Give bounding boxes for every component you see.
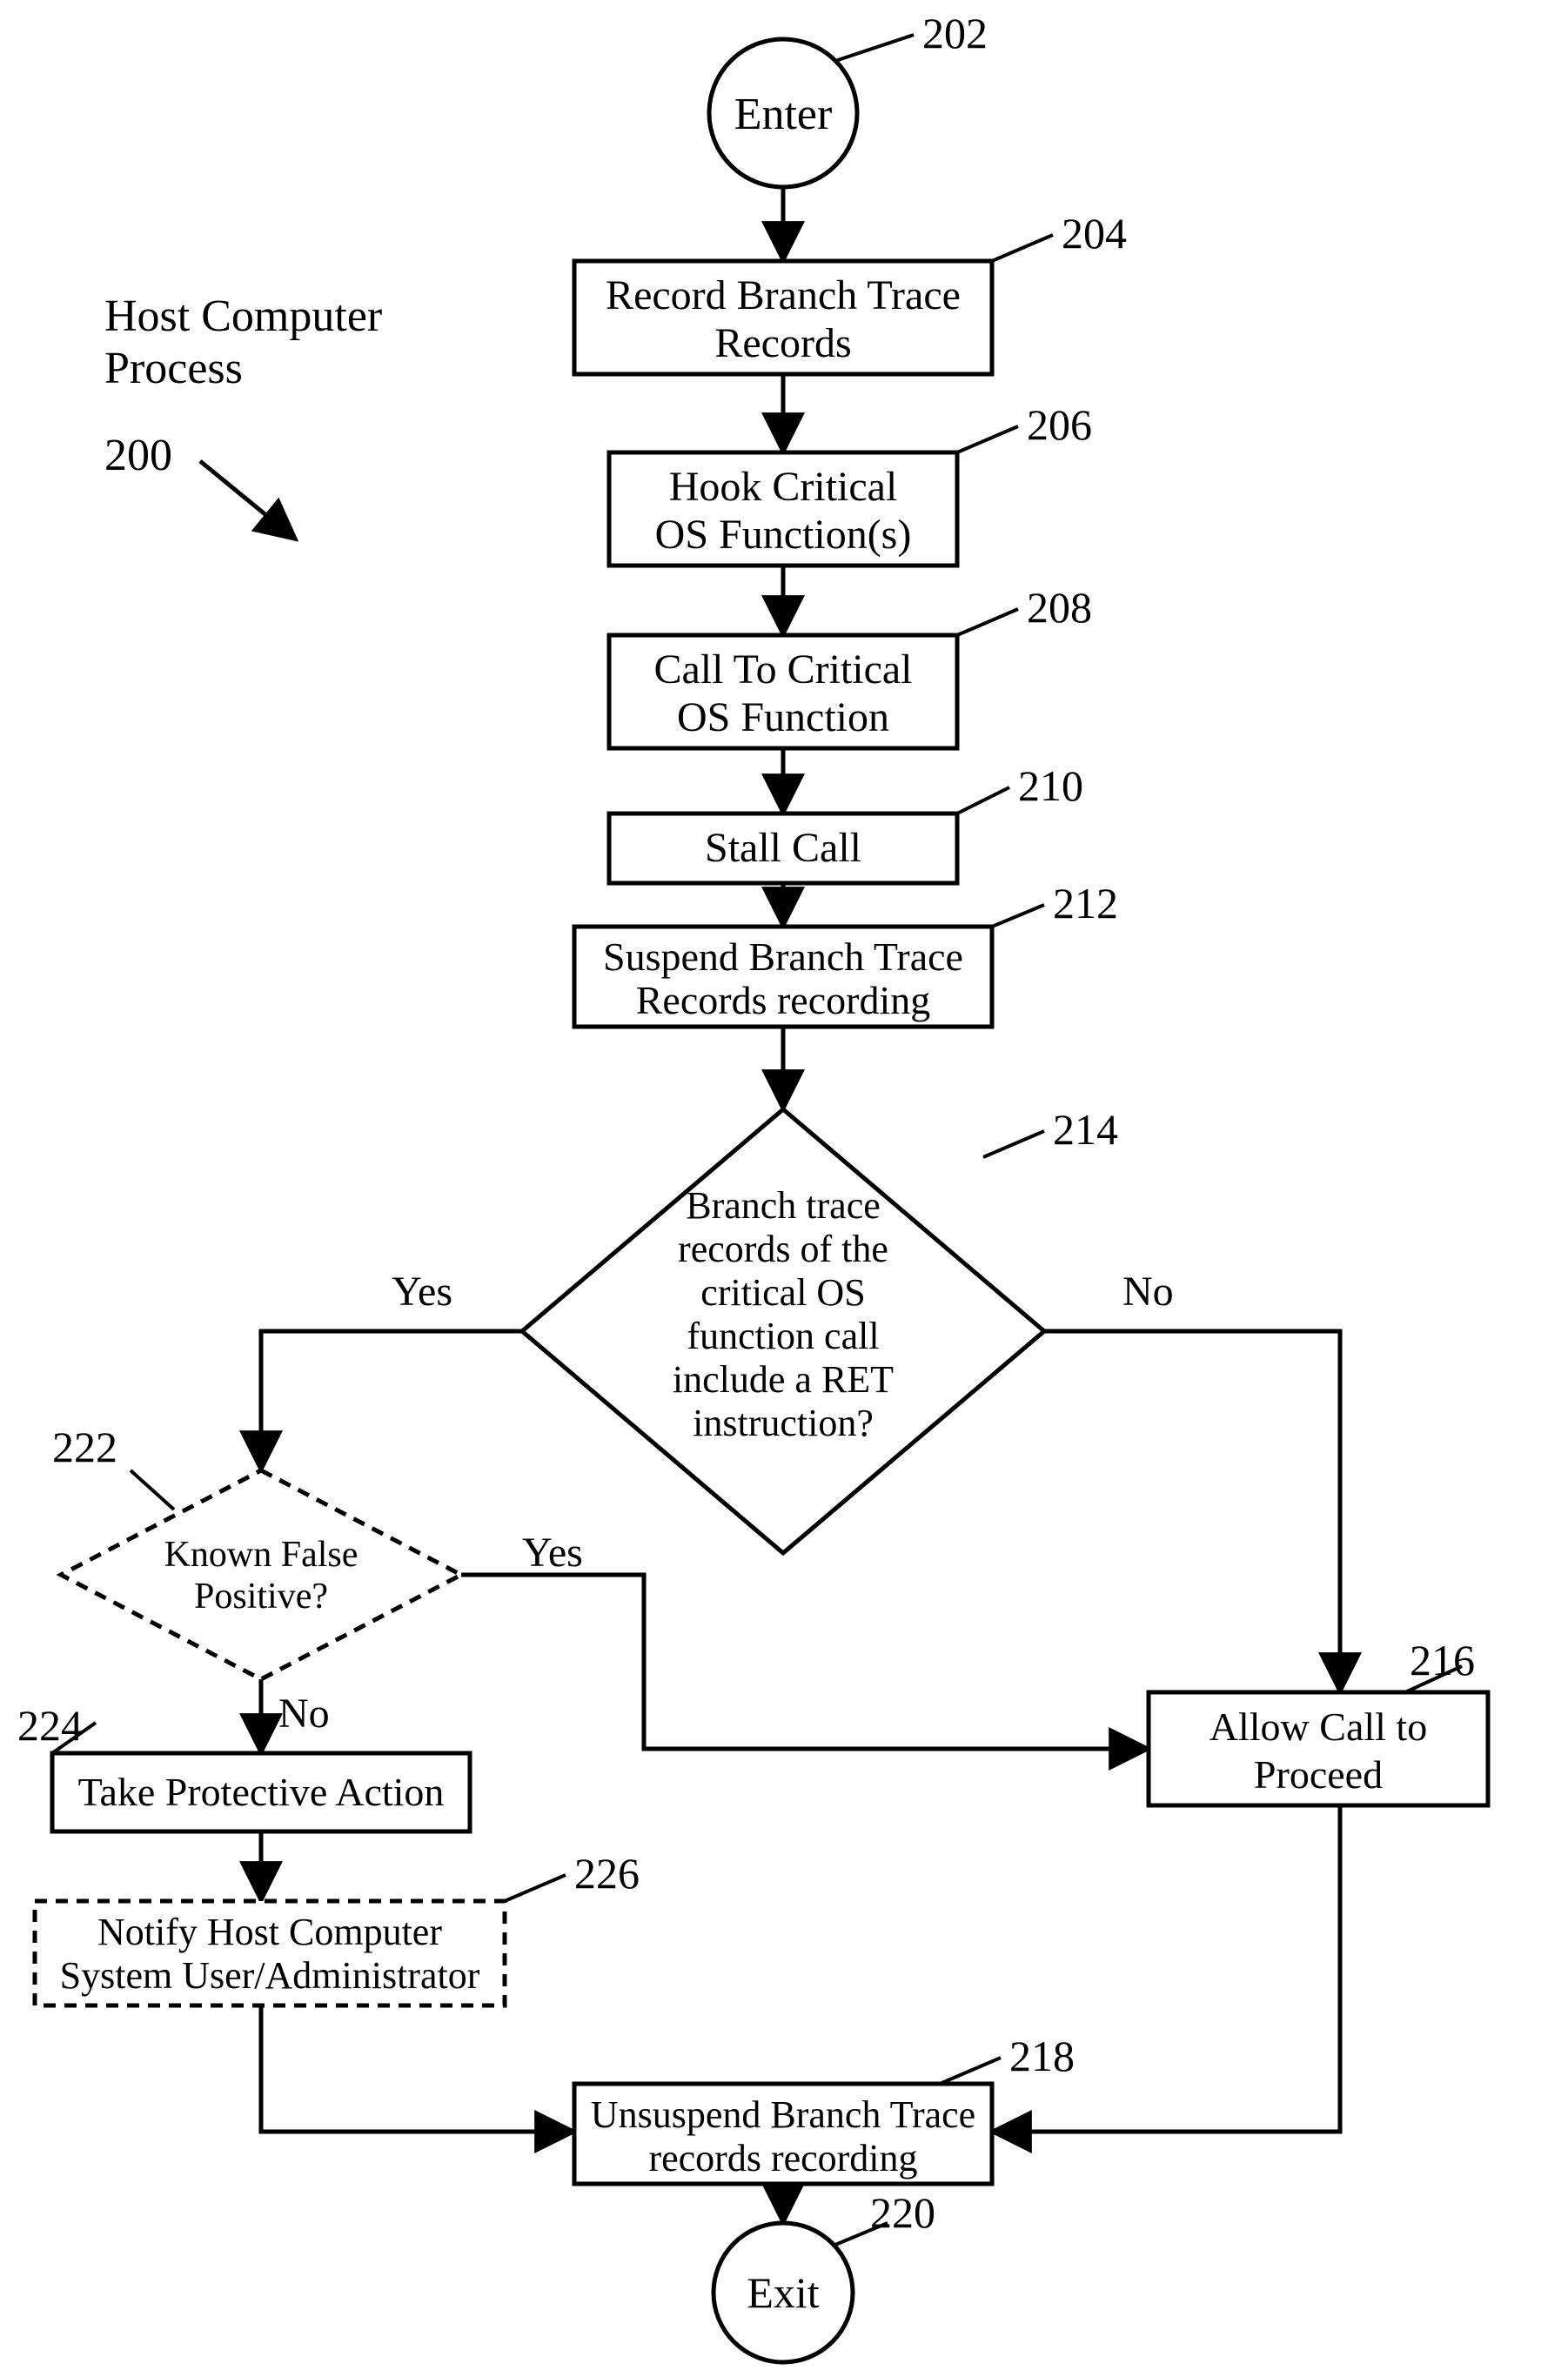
node-enter-label: Enter bbox=[734, 90, 833, 139]
node-decision-falsepos: Known False Positive? bbox=[61, 1470, 461, 1679]
node-decision-ret: Branch trace records of the critical OS … bbox=[522, 1109, 1044, 1553]
ref-220: 220 bbox=[870, 2188, 935, 2237]
flowchart-diagram: Host Computer Process 200 Enter 202 Reco… bbox=[0, 0, 1568, 2377]
node-stall-label: Stall Call bbox=[705, 825, 861, 871]
ref-204: 204 bbox=[1062, 209, 1127, 258]
ref-218: 218 bbox=[1009, 2032, 1075, 2080]
ref-224: 224 bbox=[17, 1701, 83, 1750]
node-hook: Hook Critical OS Function(s) bbox=[609, 452, 957, 566]
node-unsuspend: Unsuspend Branch Trace records recording bbox=[574, 2084, 992, 2184]
node-suspend: Suspend Branch Trace Records recording bbox=[574, 927, 992, 1027]
node-call-line2: OS Function bbox=[677, 694, 889, 740]
node-record: Record Branch Trace Records bbox=[574, 261, 992, 374]
node-call: Call To Critical OS Function bbox=[609, 635, 957, 748]
diagram-title-line2: Process bbox=[104, 344, 243, 393]
ref-206: 206 bbox=[1027, 400, 1092, 449]
node-dec1-l4: function call bbox=[687, 1315, 879, 1357]
node-unsuspend-l2: records recording bbox=[648, 2137, 917, 2179]
node-dec1-l6: instruction? bbox=[693, 1402, 874, 1444]
node-suspend-line1: Suspend Branch Trace bbox=[603, 934, 963, 979]
ref-226: 226 bbox=[574, 1849, 640, 1898]
node-record-line1: Record Branch Trace bbox=[606, 272, 961, 318]
node-dec1-l2: records of the bbox=[678, 1228, 888, 1270]
node-exit-label: Exit bbox=[747, 2268, 819, 2317]
ref-208: 208 bbox=[1027, 583, 1092, 632]
diagram-title-line1: Host Computer bbox=[104, 291, 382, 341]
node-dec2-l1: Known False bbox=[164, 1535, 358, 1575]
node-exit: Exit bbox=[714, 2223, 853, 2362]
node-hook-line1: Hook Critical bbox=[669, 464, 898, 510]
node-call-line1: Call To Critical bbox=[653, 646, 912, 693]
edge-label-yes2: Yes bbox=[522, 1530, 583, 1576]
node-dec2-l2: Positive? bbox=[194, 1577, 328, 1617]
edge-label-no2: No bbox=[278, 1691, 330, 1737]
node-allow-l2: Proceed bbox=[1254, 1752, 1383, 1797]
node-allow: Allow Call to Proceed bbox=[1149, 1692, 1488, 1805]
node-unsuspend-l1: Unsuspend Branch Trace bbox=[591, 2093, 975, 2136]
node-record-line2: Records bbox=[714, 320, 851, 366]
edge-label-yes1: Yes bbox=[392, 1269, 452, 1315]
node-allow-l1: Allow Call to bbox=[1210, 1704, 1427, 1749]
node-protect: Take Protective Action bbox=[52, 1753, 470, 1831]
ref-210: 210 bbox=[1018, 761, 1083, 810]
ref-212: 212 bbox=[1053, 879, 1118, 927]
node-notify-l1: Notify Host Computer bbox=[97, 1911, 442, 1953]
edge-label-no1: No bbox=[1122, 1269, 1174, 1315]
diagram-title-ref: 200 bbox=[104, 431, 172, 480]
ref-216: 216 bbox=[1410, 1636, 1475, 1684]
node-dec1-l5: include a RET bbox=[673, 1358, 894, 1401]
node-suspend-line2: Records recording bbox=[636, 978, 931, 1022]
node-hook-line2: OS Function(s) bbox=[655, 512, 912, 558]
node-dec1-l3: critical OS bbox=[700, 1271, 865, 1314]
node-dec1-l1: Branch trace bbox=[686, 1184, 881, 1227]
node-notify-l2: System User/Administrator bbox=[60, 1954, 480, 1997]
node-enter: Enter bbox=[709, 39, 857, 187]
ref-214: 214 bbox=[1053, 1105, 1118, 1154]
ref-202: 202 bbox=[922, 9, 988, 57]
node-notify: Notify Host Computer System User/Adminis… bbox=[35, 1901, 505, 2005]
node-stall: Stall Call bbox=[609, 814, 957, 883]
ref-222: 222 bbox=[52, 1423, 117, 1471]
node-protect-label: Take Protective Action bbox=[78, 1770, 445, 1814]
